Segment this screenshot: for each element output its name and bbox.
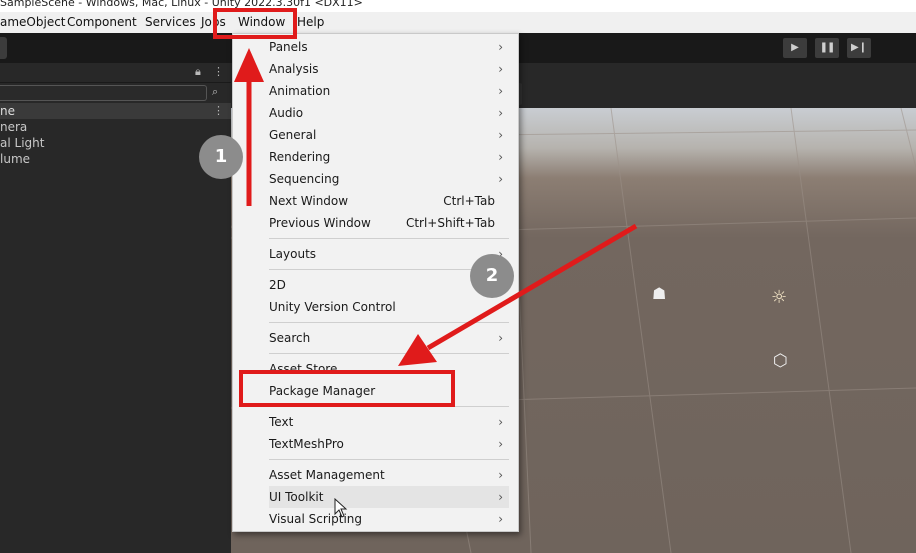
- scene-root-row[interactable]: ne ⋮: [0, 103, 231, 119]
- play-icon: ▶: [791, 42, 799, 53]
- window-menu-item-panels[interactable]: Panels ›: [269, 36, 509, 58]
- chevron-right-icon: ›: [498, 331, 503, 345]
- window-menu-item-general[interactable]: General ›: [269, 124, 509, 146]
- chevron-right-icon: ›: [498, 415, 503, 429]
- chevron-right-icon: ›: [498, 128, 503, 142]
- window-menu-item-layouts[interactable]: Layouts ›: [269, 243, 509, 265]
- window-menu-item-sequencing[interactable]: Sequencing ›: [269, 168, 509, 190]
- shortcut-label: Ctrl+Shift+Tab: [405, 216, 495, 230]
- menu-gameobject[interactable]: ameObject: [0, 15, 66, 29]
- chevron-right-icon: ›: [498, 437, 503, 451]
- lock-icon[interactable]: 🔒︎: [195, 65, 201, 79]
- step-button[interactable]: ▶❙: [847, 38, 871, 58]
- window-menu-item-animation[interactable]: Animation ›: [269, 80, 509, 102]
- hierarchy-item-volume[interactable]: lume: [0, 151, 30, 167]
- chevron-right-icon: ›: [498, 512, 503, 526]
- step-icon: ▶❙: [850, 42, 868, 53]
- chevron-right-icon: ›: [498, 40, 503, 54]
- menu-help[interactable]: Help: [297, 15, 324, 29]
- window-menu-item-text[interactable]: Text ›: [269, 411, 509, 433]
- chevron-right-icon: ›: [498, 62, 503, 76]
- menu-separator: [269, 322, 509, 323]
- window-menu-item-ui-toolkit[interactable]: UI Toolkit ›: [269, 486, 509, 508]
- main-menubar: ameObject Component Services Jobs Window…: [0, 12, 916, 33]
- hierarchy-search-input[interactable]: [0, 85, 207, 101]
- hierarchy-item-camera[interactable]: nera: [0, 119, 27, 135]
- window-title: SampleScene - Windows, Mac, Linux - Unit…: [0, 0, 363, 9]
- menu-services[interactable]: Services: [145, 15, 196, 29]
- hierarchy-item-light[interactable]: al Light: [0, 135, 44, 151]
- highlight-window-menu: [213, 8, 297, 39]
- search-filter-icon[interactable]: ⌕: [212, 85, 218, 99]
- chevron-right-icon: ›: [498, 468, 503, 482]
- hierarchy-panel: 🔒︎ ⋮ ⌕ ne ⋮ nera al Light lume: [0, 63, 231, 553]
- pause-icon: ❚❚: [819, 42, 836, 53]
- highlight-package-manager: [239, 370, 455, 407]
- window-menu-item-next-window[interactable]: Next Window Ctrl+Tab: [269, 190, 509, 212]
- window-menu-item-asset-management[interactable]: Asset Management ›: [269, 464, 509, 486]
- scene-more-icon[interactable]: ⋮: [213, 103, 224, 119]
- window-menu-item-audio[interactable]: Audio ›: [269, 102, 509, 124]
- chevron-right-icon: ›: [498, 106, 503, 120]
- window-menu-item-textmeshpro[interactable]: TextMeshPro ›: [269, 433, 509, 455]
- step-badge-2: 2: [470, 254, 514, 298]
- step-badge-1: 1: [199, 135, 243, 179]
- chevron-right-icon: ›: [498, 490, 503, 504]
- chevron-right-icon: ›: [498, 84, 503, 98]
- window-menu-item-search[interactable]: Search ›: [269, 327, 509, 349]
- window-menu-item-visual-scripting[interactable]: Visual Scripting ›: [269, 508, 509, 530]
- chevron-right-icon: ›: [498, 150, 503, 164]
- window-menu-item-rendering[interactable]: Rendering ›: [269, 146, 509, 168]
- cube-gizmo-icon[interactable]: ⬡: [773, 351, 788, 371]
- sun-gizmo-icon[interactable]: ☼: [771, 287, 787, 308]
- more-options-icon[interactable]: ⋮: [213, 65, 224, 78]
- window-menu-item-unity-version-control[interactable]: Unity Version Control: [269, 296, 509, 318]
- menu-component[interactable]: Component: [67, 15, 137, 29]
- window-menu-item-previous-window[interactable]: Previous Window Ctrl+Shift+Tab: [269, 212, 509, 234]
- menu-separator: [269, 238, 509, 239]
- menu-separator: [269, 353, 509, 354]
- scene-root-label: ne: [0, 104, 15, 118]
- toolbar-left-button[interactable]: [0, 37, 7, 59]
- pause-button[interactable]: ❚❚: [815, 38, 839, 58]
- window-menu-item-analysis[interactable]: Analysis ›: [269, 58, 509, 80]
- chevron-right-icon: ›: [498, 172, 503, 186]
- menu-separator: [269, 459, 509, 460]
- mouse-cursor-icon: [334, 498, 348, 518]
- camera-gizmo-icon[interactable]: ☗: [652, 284, 666, 303]
- window-titlebar: SampleScene - Windows, Mac, Linux - Unit…: [0, 0, 916, 12]
- shortcut-label: Ctrl+Tab: [443, 194, 495, 208]
- hierarchy-header: 🔒︎ ⋮: [0, 63, 231, 83]
- play-button[interactable]: ▶: [783, 38, 807, 58]
